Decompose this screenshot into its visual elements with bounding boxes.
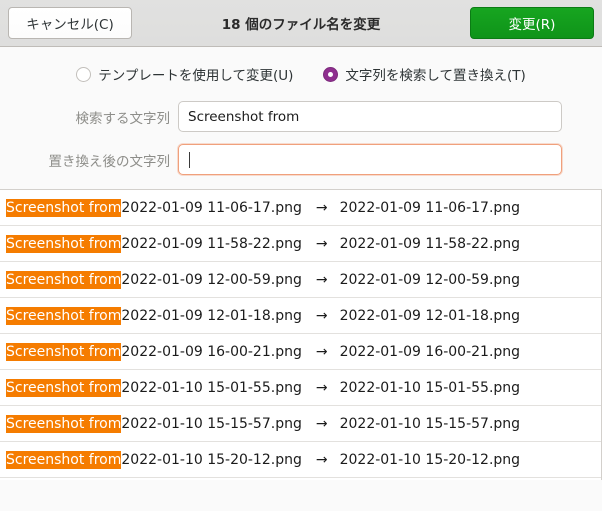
match-highlight: Screenshot from	[6, 234, 122, 253]
arrow-icon: →	[315, 451, 328, 468]
table-row[interactable]: Screenshot from 2022-01-10 15-15-57.png → 2…	[0, 406, 601, 442]
match-highlight: Screenshot from	[6, 342, 122, 361]
find-replace-form: 検索する文字列 Screenshot from 置き換え後の文字列	[0, 93, 602, 189]
old-filename-rest: 2022-01-09 12-00-59.png	[121, 271, 302, 288]
old-filename-rest: 2022-01-09 12-01-18.png	[121, 307, 302, 324]
rename-button[interactable]: 変更(R)	[470, 7, 594, 39]
new-filename: 2022-01-09 16-00-21.png	[339, 343, 521, 360]
table-row[interactable]: Screenshot from 2022-01-09 16-00-21.png → 2…	[0, 334, 601, 370]
arrow-icon: →	[315, 199, 328, 216]
arrow-icon: →	[315, 415, 328, 432]
arrow-icon: →	[315, 379, 328, 396]
replace-field-label: 置き換え後の文字列	[48, 153, 171, 170]
replace-input[interactable]	[178, 144, 562, 175]
radio-option-template-label: テンプレートを使用して変更(U)	[98, 68, 294, 84]
file-preview-list[interactable]: Screenshot from 2022-01-09 11-06-17.png → 2…	[0, 189, 602, 480]
match-highlight: Screenshot from	[6, 378, 122, 397]
table-row[interactable]: Screenshot from 2022-01-09 12-01-18.png → 2…	[0, 298, 601, 334]
radio-option-find-replace[interactable]: 文字列を検索して置き換え(T)	[323, 64, 526, 84]
table-row[interactable]: Screenshot from 2022-01-09 11-58-22.png → 2…	[0, 226, 601, 262]
match-highlight: Screenshot from	[6, 414, 122, 433]
arrow-icon: →	[315, 235, 328, 252]
old-filename-rest: 2022-01-09 11-06-17.png	[121, 199, 302, 216]
table-row[interactable]: Screenshot from 2022-01-09 11-06-17.png → 2…	[0, 190, 601, 226]
cancel-button[interactable]: キャンセル(C)	[8, 7, 132, 39]
old-filename-rest: 2022-01-09 16-00-21.png	[121, 343, 302, 360]
old-filename-rest: 2022-01-09 11-58-22.png	[121, 235, 302, 252]
new-filename: 2022-01-09 12-01-18.png	[339, 307, 521, 324]
old-filename-rest: 2022-01-10 15-01-55.png	[121, 379, 302, 396]
new-filename: 2022-01-09 12-00-59.png	[339, 271, 521, 288]
match-highlight: Screenshot from	[6, 450, 122, 469]
arrow-icon: →	[315, 343, 328, 360]
cancel-button-label: キャンセル(C)	[26, 17, 114, 33]
old-filename-rest: 2022-01-10 15-15-57.png	[121, 415, 302, 432]
new-filename: 2022-01-10 15-15-57.png	[339, 415, 521, 432]
table-row[interactable]: Screenshot from 2022-01-09 12-00-59.png → 2…	[0, 262, 601, 298]
arrow-icon: →	[315, 271, 328, 288]
radio-option-find-replace-label: 文字列を検索して置き換え(T)	[345, 68, 526, 84]
match-highlight: Screenshot from	[6, 306, 122, 325]
match-highlight: Screenshot from	[6, 198, 122, 217]
table-row[interactable]: Screenshot from 2022-01-10 15-20-12.png → 2…	[0, 442, 601, 478]
new-filename: 2022-01-09 11-06-17.png	[339, 199, 521, 216]
table-row[interactable]: Screenshot from 2022-01-10 15-01-55.png → 2…	[0, 370, 601, 406]
replace-field-row: 置き換え後の文字列	[0, 144, 562, 175]
radio-checked-icon	[323, 66, 339, 82]
search-field-label: 検索する文字列	[75, 110, 171, 127]
new-filename: 2022-01-09 11-58-22.png	[339, 235, 521, 252]
new-filename: 2022-01-10 15-20-12.png	[339, 451, 521, 468]
search-input[interactable]: Screenshot from	[178, 101, 562, 132]
text-cursor	[189, 151, 190, 168]
search-field-row: 検索する文字列 Screenshot from	[0, 101, 562, 132]
page-title-text: 18 個のファイル名を変更	[221, 16, 381, 33]
old-filename-rest: 2022-01-10 15-20-12.png	[121, 451, 302, 468]
radio-option-template[interactable]: テンプレートを使用して変更(U)	[76, 64, 293, 84]
rename-button-label: 変更(R)	[508, 17, 556, 33]
mode-radio-group: テンプレートを使用して変更(U) 文字列を検索して置き換え(T)	[0, 47, 602, 93]
arrow-icon: →	[315, 307, 328, 324]
new-filename: 2022-01-10 15-01-55.png	[339, 379, 521, 396]
match-highlight: Screenshot from	[6, 270, 122, 289]
radio-unchecked-icon	[76, 66, 92, 82]
dialog-body: テンプレートを使用して変更(U) 文字列を検索して置き換え(T) 検索する文字列…	[0, 47, 602, 480]
search-input-value: Screenshot from	[188, 108, 300, 125]
header-bar: キャンセル(C) 18 個のファイル名を変更 変更(R)	[0, 0, 602, 47]
